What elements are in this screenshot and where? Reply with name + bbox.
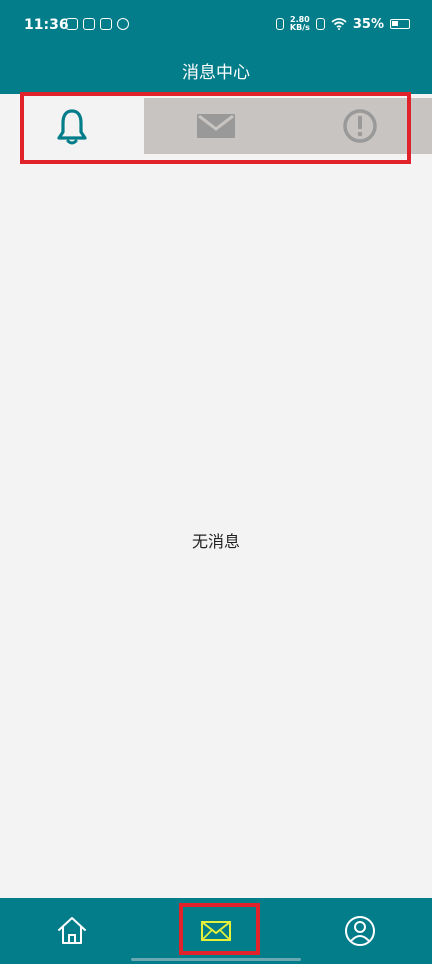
nav-home[interactable] [0, 898, 144, 964]
notification-icons [66, 18, 129, 30]
nav-profile[interactable] [288, 898, 432, 964]
wechat-icon [117, 18, 129, 30]
gesture-bar[interactable] [131, 958, 301, 961]
battery-icon [390, 19, 410, 29]
mail-icon [201, 921, 231, 941]
tab-notifications[interactable] [0, 98, 144, 154]
alert-circle-icon [343, 109, 377, 143]
top-app-bar: 11:36 2.80 KB/s 35% 消息中心 [0, 0, 432, 94]
sim-icon [315, 18, 325, 30]
tiktok-icon [83, 18, 95, 30]
tab-messages[interactable] [144, 98, 288, 154]
status-bar: 11:36 2.80 KB/s 35% [0, 0, 432, 50]
empty-state-text: 无消息 [191, 532, 240, 551]
nav-messages[interactable] [144, 898, 288, 964]
calendar-icon [100, 18, 112, 30]
status-time: 11:36 [24, 17, 69, 33]
system-icons: 2.80 KB/s 35% [275, 16, 410, 32]
user-icon [345, 916, 375, 946]
bell-icon [57, 109, 87, 145]
tab-alerts[interactable] [288, 98, 432, 154]
bottom-nav [0, 898, 432, 964]
wifi-icon [331, 18, 347, 30]
app-notification-icon [66, 18, 78, 30]
mail-icon [197, 114, 235, 138]
page-title: 消息中心 [182, 63, 250, 83]
net-speed-unit: KB/s [289, 23, 310, 32]
home-icon [58, 917, 86, 944]
vibrate-icon [275, 18, 284, 30]
network-speed: 2.80 KB/s [290, 16, 310, 32]
battery-percent: 35% [352, 16, 384, 32]
message-tabs [0, 98, 432, 154]
